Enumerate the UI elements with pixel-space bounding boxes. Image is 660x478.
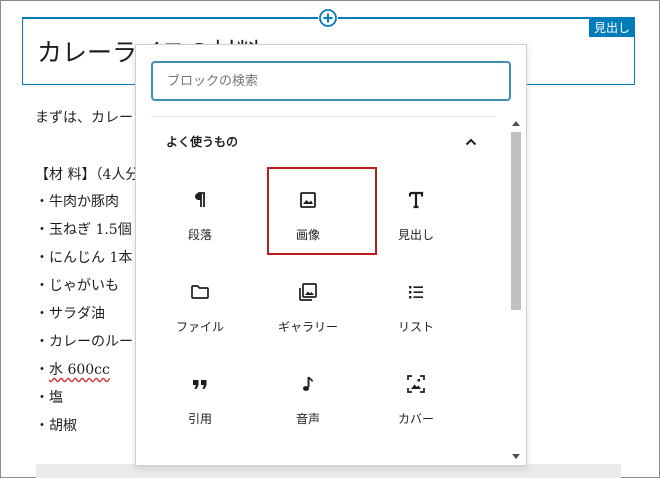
plus-circle-icon [319, 9, 337, 27]
block-item-label: 画像 [295, 228, 320, 242]
list-icon [404, 280, 428, 304]
block-item-label: 見出し [397, 228, 434, 242]
list-item-text: じゃがいも [49, 278, 119, 294]
block-item-label: カバー [397, 412, 434, 426]
block-item-label: 引用 [187, 412, 212, 426]
list-item[interactable]: ・牛肉か豚肉 [35, 192, 133, 220]
heading-icon [404, 188, 428, 212]
list-bullet: ・ [35, 390, 49, 406]
list-item[interactable]: ・水 600cc [35, 360, 133, 388]
list-bullet: ・ [35, 194, 49, 210]
image-icon [296, 188, 320, 212]
scroll-up-arrow-icon[interactable] [512, 121, 520, 126]
list-bullet: ・ [35, 334, 49, 350]
block-item-file[interactable]: ファイル [146, 263, 254, 355]
block-search-input[interactable] [151, 61, 511, 101]
cover-icon [404, 372, 428, 396]
list-bullet: ・ [35, 418, 49, 434]
block-item-quote[interactable]: 引用 [146, 355, 254, 447]
list-bullet: ・ [35, 362, 49, 378]
list-bullet: ・ [35, 278, 49, 294]
list-item[interactable]: ・サラダ油 [35, 304, 133, 332]
list-item[interactable]: ・胡椒 [35, 416, 133, 444]
block-item-cover[interactable]: カバー [362, 355, 470, 447]
block-item-label: ファイル [175, 320, 224, 334]
popover-scrollbar[interactable] [509, 118, 523, 462]
block-type-tag: 見出し [588, 19, 635, 37]
list-bullet: ・ [35, 250, 49, 266]
block-grid: 段落 画像 見出し ファイル ギャラリー リスト 引用 音声 カバー [146, 171, 466, 447]
block-item-label: 段落 [187, 228, 212, 242]
quote-icon [188, 372, 212, 396]
block-item-list[interactable]: リスト [362, 263, 470, 355]
next-block-area[interactable] [36, 464, 621, 478]
panel-title: よく使うもの [166, 135, 239, 149]
block-inserter-popover: よく使うもの 段落 画像 [135, 44, 527, 466]
scroll-down-arrow-icon[interactable] [512, 454, 520, 459]
block-item-image[interactable]: 画像 [254, 171, 362, 263]
chevron-up-icon [465, 138, 477, 146]
paragraph-icon [188, 188, 212, 212]
list-item-text: サラダ油 [49, 306, 105, 322]
list-item[interactable]: ・じゃがいも [35, 276, 133, 304]
block-item-label: 音声 [295, 412, 320, 426]
block-item-label: リスト [397, 320, 434, 334]
list-bullet: ・ [35, 306, 49, 322]
block-item-audio[interactable]: 音声 [254, 355, 362, 447]
list-item[interactable]: ・塩 [35, 388, 133, 416]
folder-icon [188, 280, 212, 304]
block-item-heading[interactable]: 見出し [362, 171, 470, 263]
list-item-text: 塩 [49, 390, 63, 406]
divider [151, 116, 495, 117]
scroll-thumb[interactable] [511, 132, 521, 310]
audio-icon [296, 372, 320, 396]
list-item-text: 水 600cc [49, 362, 110, 378]
ingredients-list[interactable]: ・牛肉か豚肉 ・玉ねぎ 1.5個 ・にんじん 1本 ・じゃがいも ・サラダ油 ・… [35, 192, 133, 444]
list-bullet: ・ [35, 222, 49, 238]
list-item-text: 胡椒 [49, 418, 77, 434]
list-item[interactable]: ・にんじん 1本 [35, 248, 133, 276]
panel-toggle-button[interactable] [463, 134, 479, 150]
list-item-text: 玉ねぎ 1.5個 [49, 222, 132, 238]
list-item-text: カレーのルー [49, 334, 133, 350]
gallery-icon [296, 280, 320, 304]
block-item-label: ギャラリー [277, 320, 338, 334]
block-item-paragraph[interactable]: 段落 [146, 171, 254, 263]
block-item-gallery[interactable]: ギャラリー [254, 263, 362, 355]
list-item-text: にんじん 1本 [49, 250, 133, 266]
list-item-text: 牛肉か豚肉 [49, 194, 119, 210]
list-item[interactable]: ・玉ねぎ 1.5個 [35, 220, 133, 248]
add-block-button[interactable] [318, 8, 338, 28]
list-item[interactable]: ・カレーのルー [35, 332, 133, 360]
